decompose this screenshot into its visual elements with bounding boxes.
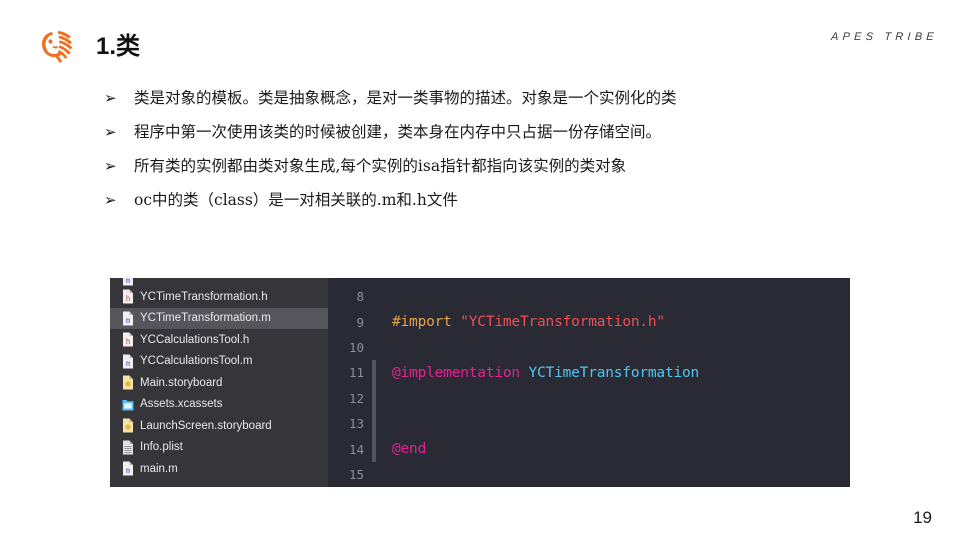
xcode-project-navigator[interactable]: m h YCTimeTransformation.h m YCTimeTransform…: [110, 278, 328, 487]
navigator-file-row[interactable]: h YCTimeTransformation.h: [110, 286, 328, 308]
list-item: ➢ 程序中第一次使用该类的时候被创建，类本身在内存中只占据一份存储空间。: [104, 122, 884, 144]
editor-code-block-indicator: [372, 385, 376, 411]
navigator-file-label: YCTimeTransformation.h: [140, 290, 268, 303]
svg-text:m: m: [126, 359, 131, 368]
svg-text:h: h: [126, 337, 131, 346]
objc-header-file-icon: h: [122, 289, 134, 304]
xcode-source-editor[interactable]: 8 9 #import "YCTimeTransformation.h" 10 11 @i…: [328, 278, 850, 487]
navigator-file-label: Main.storyboard: [140, 376, 223, 389]
objc-implementation-file-icon: m: [122, 354, 134, 369]
navigator-file-row[interactable]: LaunchScreen.storyboard: [110, 415, 328, 437]
list-item-text: 所有类的实例都由类对象生成,每个实例的isa指针都指向该实例的类对象: [134, 157, 627, 175]
svg-text:h: h: [126, 294, 131, 303]
editor-line-number: 11: [348, 365, 364, 381]
editor-code-line[interactable]: 8: [328, 284, 850, 309]
arrow-bullet-icon: ➢: [104, 157, 117, 175]
editor-line-number: 15: [348, 466, 364, 482]
list-item: ➢ oc中的类（class）是一对相关联的.m和.h文件: [104, 190, 884, 212]
editor-code-block-indicator: [372, 462, 376, 487]
slide-canvas: 1.类 APES TRIBE ➢ 类是对象的模板。类是抽象概念，是对一类事物的描…: [0, 0, 960, 540]
objc-implementation-file-icon: m: [122, 278, 134, 286]
navigator-file-row[interactable]: m: [110, 278, 328, 286]
editor-code-block-indicator: [372, 335, 376, 360]
code-token-kw: @end: [392, 441, 427, 458]
code-token-str: "YCTimeTransformation.h": [460, 314, 665, 331]
editor-code-line[interactable]: 14 @end: [328, 436, 850, 462]
navigator-file-label: YCCalculationsTool.h: [140, 333, 250, 346]
editor-code-line[interactable]: 9 #import "YCTimeTransformation.h": [328, 309, 850, 334]
navigator-file-label: YCTimeTransformation.m: [140, 312, 271, 325]
xcode-screenshot-image: m h YCTimeTransformation.h m YCTimeTransform…: [110, 278, 850, 487]
bullet-list: ➢ 类是对象的模板。类是抽象概念，是对一类事物的描述。对象是一个实例化的类 ➢ …: [104, 88, 884, 224]
svg-text:m: m: [126, 278, 131, 285]
objc-implementation-file-icon: m: [122, 461, 134, 476]
editor-code-line[interactable]: 15: [328, 462, 850, 487]
editor-line-number: 13: [348, 416, 364, 432]
storyboard-file-icon: [122, 418, 134, 433]
navigator-file-row[interactable]: Main.storyboard: [110, 372, 328, 394]
editor-code-text: @end: [376, 441, 426, 457]
navigator-file-label: LaunchScreen.storyboard: [140, 419, 272, 432]
arrow-bullet-icon: ➢: [104, 123, 117, 141]
editor-code-line[interactable]: 11 @implementation YCTimeTransformation: [328, 360, 850, 386]
editor-code-line[interactable]: 12: [328, 385, 850, 411]
editor-line-number: 9: [356, 314, 364, 330]
navigator-file-row[interactable]: m YCTimeTransformation.m: [110, 307, 328, 329]
objc-implementation-file-icon: m: [122, 311, 134, 326]
editor-code-line[interactable]: 13: [328, 410, 850, 437]
navigator-file-label: Info.plist: [140, 441, 183, 454]
navigator-file-label: main.m: [140, 462, 178, 475]
plist-file-icon: [122, 440, 134, 455]
editor-code-line[interactable]: 10: [328, 335, 850, 360]
list-item: ➢ 所有类的实例都由类对象生成,每个实例的isa指针都指向该实例的类对象: [104, 156, 884, 178]
editor-line-number: 8: [356, 289, 364, 305]
slide-page-number: 19: [913, 508, 932, 527]
code-token-type: YCTimeTransformation: [528, 364, 700, 381]
list-item-text: 程序中第一次使用该类的时候被创建，类本身在内存中只占据一份存储空间。: [134, 123, 662, 141]
brand-wordmark: APES TRIBE: [830, 31, 939, 43]
navigator-file-row[interactable]: Info.plist: [110, 437, 328, 459]
arrow-bullet-icon: ➢: [104, 89, 117, 107]
list-item-text: oc中的类（class）是一对相关联的.m和.h文件: [134, 191, 458, 209]
objc-header-file-icon: h: [122, 332, 134, 347]
code-token-pre: #import: [392, 314, 461, 331]
editor-code-block-indicator: [372, 284, 376, 309]
navigator-file-row[interactable]: m main.m: [110, 458, 328, 480]
editor-code-block-indicator: [372, 410, 376, 437]
svg-text:m: m: [126, 316, 131, 325]
navigator-file-label: Assets.xcassets: [140, 398, 223, 411]
list-item: ➢ 类是对象的模板。类是抽象概念，是对一类事物的描述。对象是一个实例化的类: [104, 88, 884, 110]
storyboard-file-icon: [122, 375, 134, 390]
navigator-file-label: YCCalculationsTool.m: [140, 355, 253, 368]
arrow-bullet-icon: ➢: [104, 191, 117, 209]
editor-line-number: 10: [348, 339, 364, 355]
asset-catalog-folder-icon: [122, 397, 134, 412]
navigator-file-row[interactable]: h YCCalculationsTool.h: [110, 329, 328, 351]
navigator-file-row[interactable]: m YCCalculationsTool.m: [110, 351, 328, 373]
navigator-file-row[interactable]: Assets.xcassets: [110, 394, 328, 416]
editor-line-number: 12: [348, 390, 364, 406]
page-title: 1.类: [96, 33, 141, 60]
editor-code-text: #import "YCTimeTransformation.h": [376, 314, 665, 330]
editor-line-number: 14: [348, 441, 364, 457]
editor-code-text: @implementation YCTimeTransformation: [376, 365, 699, 381]
code-token-kw: @implementation: [392, 364, 529, 381]
svg-text:m: m: [126, 466, 131, 475]
ape-head-logo-icon: [38, 26, 80, 64]
list-item-text: 类是对象的模板。类是抽象概念，是对一类事物的描述。对象是一个实例化的类: [134, 89, 677, 107]
